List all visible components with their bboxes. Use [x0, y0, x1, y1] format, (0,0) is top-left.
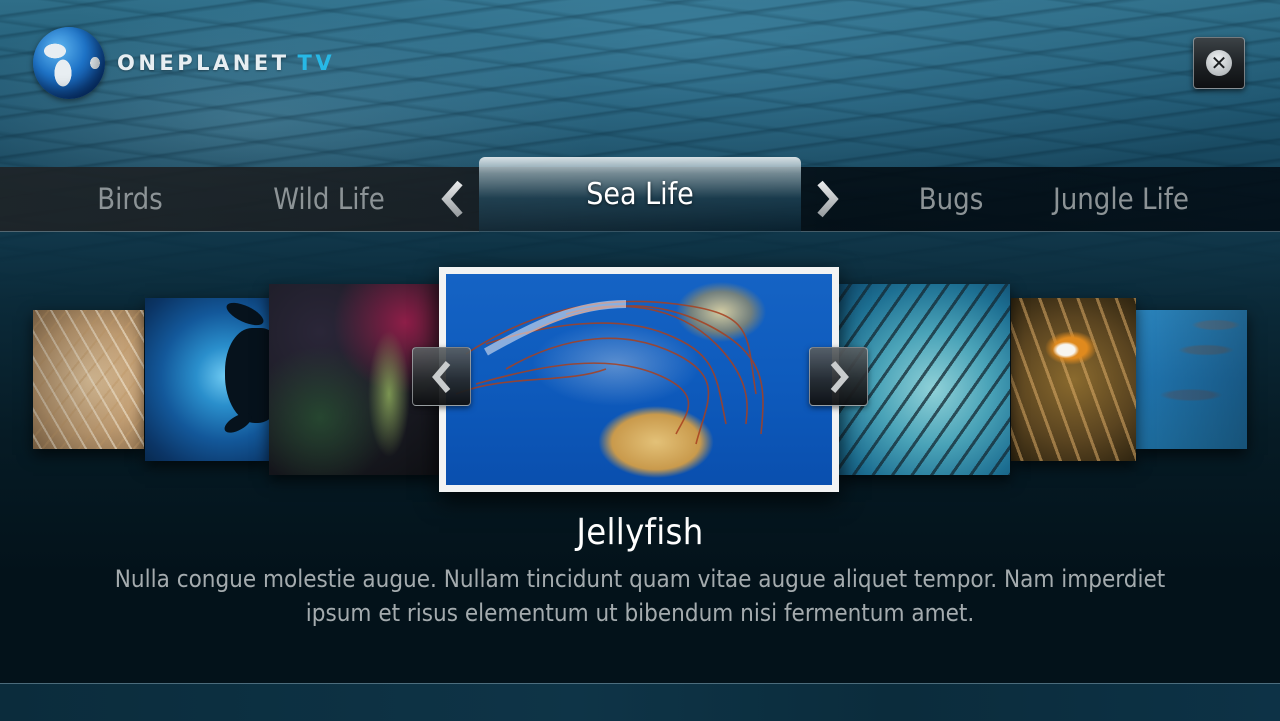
turtle-fin	[223, 298, 267, 330]
thumbnail-dolphins[interactable]	[1136, 310, 1247, 449]
chevron-left-icon	[431, 360, 450, 393]
tab-wild-life[interactable]: Wild Life	[273, 167, 385, 231]
tab-jungle-life[interactable]: Jungle Life	[1053, 167, 1189, 231]
jellyfish-tentacles	[455, 300, 764, 445]
bottom-bar	[0, 683, 1280, 721]
category-prev-button[interactable]	[438, 175, 468, 223]
thumbnail-clownfish[interactable]	[1011, 298, 1136, 461]
chevron-left-icon	[441, 180, 463, 218]
thumbnail-jellyfish-selected[interactable]	[439, 267, 839, 492]
globe-icon	[33, 27, 105, 99]
item-title: Jellyfish	[576, 512, 704, 553]
logo-wordmark: ONEPLANET	[117, 51, 290, 75]
thumbnail-shade	[33, 310, 144, 449]
close-icon: ✕	[1206, 50, 1232, 76]
thumbnail-coral[interactable]	[33, 310, 144, 449]
item-description: Nulla congue molestie augue. Nullam tinc…	[114, 565, 1166, 627]
tab-sea-life[interactable]: Sea Life	[479, 157, 801, 232]
tab-bugs[interactable]: Bugs	[919, 167, 984, 231]
tab-sea-life-label: Sea Life	[586, 177, 694, 212]
turtle-silhouette	[225, 328, 269, 423]
logo-tv-suffix: TV	[297, 51, 336, 75]
carousel-prev-button[interactable]	[412, 347, 471, 406]
close-button[interactable]: ✕	[1193, 37, 1245, 89]
chevron-right-icon	[817, 180, 839, 218]
carousel-next-button[interactable]	[809, 347, 868, 406]
category-next-button[interactable]	[812, 175, 842, 223]
thumbnail-shade	[1136, 310, 1247, 449]
app-logo: ONEPLANET TV	[33, 27, 335, 99]
thumbnail-sea-turtle[interactable]	[145, 298, 269, 461]
tab-birds[interactable]: Birds	[97, 167, 163, 231]
logo-text: ONEPLANET TV	[117, 51, 335, 75]
chevron-right-icon	[830, 360, 849, 393]
